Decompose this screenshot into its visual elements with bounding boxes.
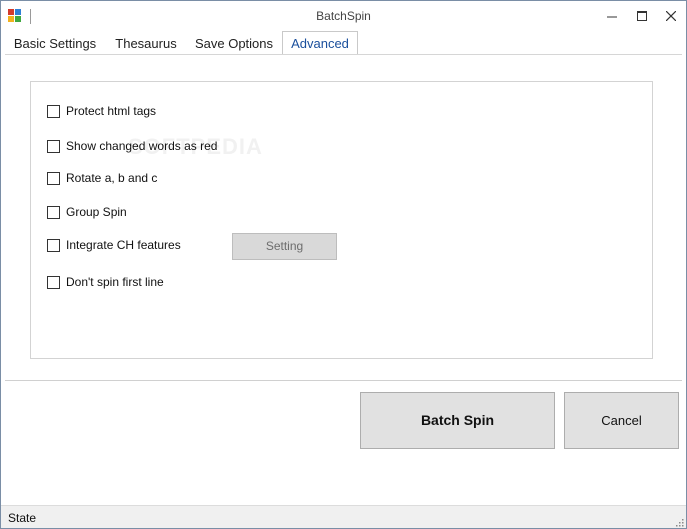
- title-bar[interactable]: BatchSpin: [1, 1, 686, 31]
- close-icon: [666, 11, 676, 21]
- integrate-ch-checkbox[interactable]: [47, 239, 60, 252]
- rotate-abc-checkbox[interactable]: [47, 172, 60, 185]
- resize-grip-icon[interactable]: [674, 517, 684, 527]
- minimize-button[interactable]: [597, 1, 627, 31]
- minimize-icon: [607, 16, 617, 18]
- close-button[interactable]: [656, 1, 686, 31]
- tab-thesaurus[interactable]: Thesaurus: [109, 33, 183, 54]
- batchspin-window: BatchSpin Basic Settings Thesaurus Save …: [0, 0, 687, 529]
- tab-strip: Basic Settings Thesaurus Save Options Ad…: [1, 31, 686, 55]
- option-label: Integrate CH features: [66, 238, 181, 252]
- option-label: Show changed words as red: [66, 139, 218, 153]
- protect-html-tags-checkbox[interactable]: [47, 105, 60, 118]
- tab-advanced[interactable]: Advanced: [282, 31, 358, 55]
- show-changed-words-checkbox[interactable]: [47, 140, 60, 153]
- dont-spin-first-line-checkbox[interactable]: [47, 276, 60, 289]
- status-bar: State: [1, 505, 686, 528]
- group-spin-checkbox[interactable]: [47, 206, 60, 219]
- maximize-button[interactable]: [627, 1, 657, 31]
- option-label: Group Spin: [66, 205, 127, 219]
- window-title: BatchSpin: [316, 9, 371, 23]
- status-text: State: [8, 511, 37, 525]
- option-label: Protect html tags: [66, 104, 157, 118]
- setting-button[interactable]: Setting: [232, 233, 337, 260]
- footer-divider: [5, 380, 682, 381]
- advanced-options-panel: SOFTPEDIA Protect html tags Show changed…: [30, 81, 653, 359]
- tab-divider: [5, 54, 682, 55]
- option-label: Rotate a, b and c: [66, 171, 158, 185]
- tab-save-options[interactable]: Save Options: [189, 33, 279, 54]
- maximize-icon: [637, 11, 647, 21]
- option-label: Don't spin first line: [66, 275, 164, 289]
- tab-basic-settings[interactable]: Basic Settings: [9, 33, 101, 54]
- cancel-button[interactable]: Cancel: [564, 392, 679, 449]
- batch-spin-button[interactable]: Batch Spin: [360, 392, 555, 449]
